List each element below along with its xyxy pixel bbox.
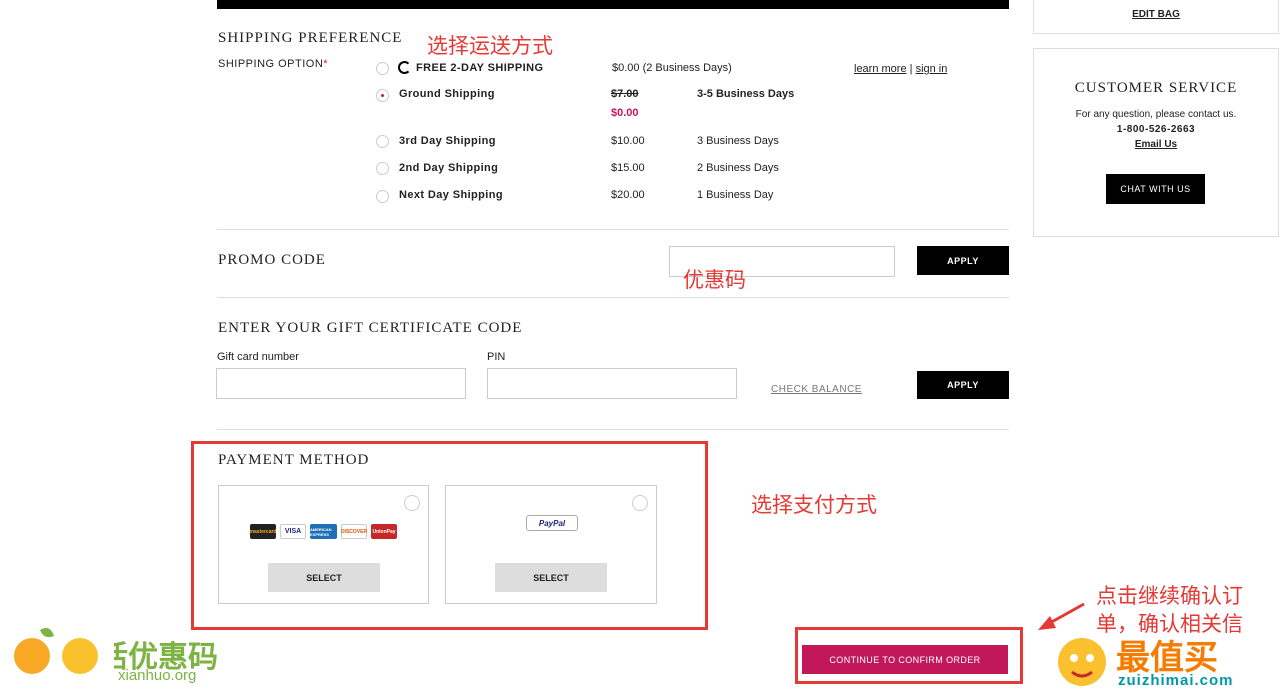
zuizhimai-mascot-icon [1058, 638, 1106, 686]
discover-logo: DISCOVER [341, 524, 367, 539]
fast-shipping-icon [398, 61, 411, 74]
paypal-option[interactable]: PayPal SELECT [445, 485, 657, 604]
shipping-option-days: 1 Business Day [697, 189, 774, 201]
shipping-option-name: Ground Shipping [399, 88, 495, 100]
pin-input[interactable] [487, 368, 737, 399]
promo-title: PROMO CODE [218, 252, 326, 268]
sign-in-link[interactable]: sign in [916, 63, 948, 75]
shipping-links: learn more | sign in [854, 63, 948, 75]
left-watermark-url: xianhuo.org [118, 667, 197, 684]
shipping-radio-ground[interactable] [376, 89, 389, 102]
shipping-title: SHIPPING PREFERENCE [218, 30, 403, 46]
divider [217, 297, 1009, 298]
edit-bag-box: EDIT BAG [1033, 0, 1279, 34]
shipping-option-name: FREE 2-DAY SHIPPING [416, 62, 544, 74]
customer-service-box: CUSTOMER SERVICE For any question, pleas… [1033, 48, 1279, 237]
shipping-option-name: Next Day Shipping [399, 189, 503, 201]
old-price: $7.00 [611, 88, 639, 100]
gift-card-label: Gift card number [217, 351, 299, 363]
shipping-radio-free-2day[interactable] [376, 62, 389, 75]
payment-annotation: 选择支付方式 [751, 493, 877, 517]
customer-service-phone: 1-800-526-2663 [1116, 124, 1196, 135]
shipping-option-name: 2nd Day Shipping [399, 162, 499, 174]
left-watermark: 鲜活优惠码 xianhuo.org [10, 626, 218, 686]
continue-to-confirm-order-button[interactable]: CONTINUE TO CONFIRM ORDER [802, 645, 1008, 674]
pin-label: PIN [487, 351, 506, 363]
top-bar [217, 0, 1009, 9]
shipping-option-days: 3-5 Business Days [697, 88, 795, 100]
shipping-radio-next-day[interactable] [376, 190, 389, 203]
sale-price: $0.00 [611, 107, 639, 119]
shipping-radio-2nd-day[interactable] [376, 162, 389, 175]
credit-card-option[interactable]: mastercard VISA AMERICAN EXPRESS DISCOVE… [218, 485, 429, 604]
check-balance-link[interactable]: CHECK BALANCE [771, 384, 862, 395]
learn-more-link[interactable]: learn more [854, 63, 907, 75]
amex-logo: AMERICAN EXPRESS [310, 524, 337, 539]
shipping-option-days: 2 Business Days [697, 162, 779, 174]
right-watermark-url: zuizhimai.com [1118, 672, 1234, 689]
shipping-option-price: $15.00 [611, 162, 645, 174]
credit-card-select-button[interactable]: SELECT [268, 563, 380, 592]
email-us-link[interactable]: Email Us [1034, 139, 1278, 150]
divider [217, 229, 1009, 230]
promo-annotation: 优惠码 [683, 268, 746, 292]
gift-apply-button[interactable]: APPLY [917, 371, 1009, 399]
edit-bag-link[interactable]: EDIT BAG [1034, 9, 1278, 20]
customer-service-text: For any question, please contact us. [1075, 109, 1237, 120]
right-watermark: 最值买 zuizhimai.com [1050, 628, 1278, 690]
xianhuo-logo-icon [14, 628, 98, 674]
shipping-option-name: 3rd Day Shipping [399, 135, 496, 147]
gift-title: ENTER YOUR GIFT CERTIFICATE CODE [218, 320, 523, 336]
promo-apply-button[interactable]: APPLY [917, 246, 1009, 275]
shipping-radio-3rd-day[interactable] [376, 135, 389, 148]
payment-title: PAYMENT METHOD [218, 452, 370, 468]
shipping-option-price: $20.00 [611, 189, 645, 201]
paypal-radio[interactable] [632, 495, 648, 511]
shipping-option-label: SHIPPING OPTION* [218, 58, 329, 70]
mastercard-logo: mastercard [250, 524, 276, 539]
paypal-logo: PayPal [526, 515, 578, 531]
customer-service-title: CUSTOMER SERVICE [1074, 80, 1238, 96]
divider [217, 429, 1009, 430]
gift-card-input[interactable] [216, 368, 466, 399]
shipping-option-price: $10.00 [611, 135, 645, 147]
visa-logo: VISA [280, 524, 306, 539]
shipping-annotation: 选择运送方式 [427, 34, 553, 58]
paypal-select-button[interactable]: SELECT [495, 563, 607, 592]
chat-with-us-button[interactable]: CHAT WITH US [1106, 174, 1205, 204]
unionpay-logo: UnionPay [371, 524, 397, 539]
credit-card-radio[interactable] [404, 495, 420, 511]
shipping-option-days: 3 Business Days [697, 135, 779, 147]
shipping-option-price: $0.00 (2 Business Days) [612, 62, 732, 74]
